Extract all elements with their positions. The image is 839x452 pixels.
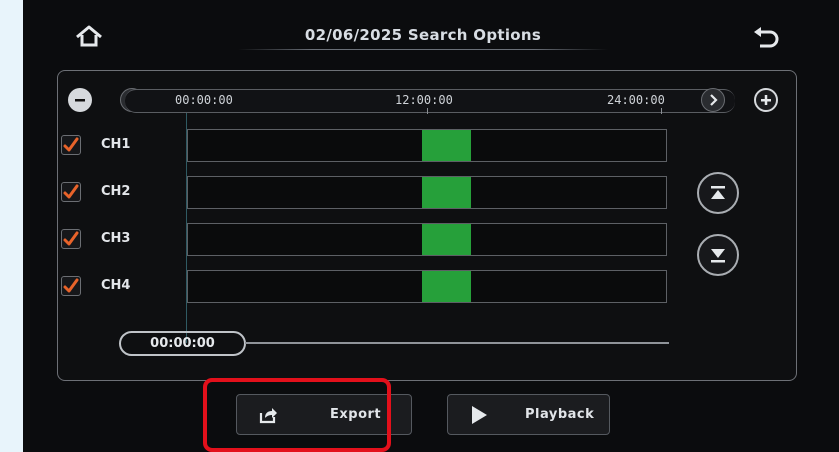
channel-checkbox[interactable]: [61, 229, 81, 249]
page-title: 02/06/2025 Search Options: [304, 26, 542, 44]
export-highlight-box: [203, 378, 391, 452]
recording-segment[interactable]: [422, 271, 471, 302]
current-time-display[interactable]: 00:00:00: [119, 331, 246, 356]
plus-icon: [761, 95, 771, 105]
zoom-in-button[interactable]: [754, 88, 778, 112]
minus-icon: [75, 99, 85, 102]
recording-segment[interactable]: [422, 130, 471, 161]
zoom-out-button[interactable]: [68, 88, 92, 112]
channel-timeline-track[interactable]: [187, 129, 667, 162]
dvr-screen: 02/06/2025 Search Options 00:00:00 12:00…: [23, 0, 839, 452]
channel-label: CH1: [101, 137, 131, 152]
channel-label: CH3: [101, 231, 131, 246]
tick-label-start: 00:00:00: [175, 93, 233, 107]
tick-mark-end: [661, 108, 662, 114]
recording-segment[interactable]: [422, 177, 471, 208]
scroll-bottom-button[interactable]: [697, 234, 739, 276]
play-icon: [472, 406, 487, 424]
back-arrow-icon: [754, 27, 779, 48]
playback-button[interactable]: Playback: [447, 394, 610, 435]
home-icon: [76, 25, 102, 47]
channel-timeline-track[interactable]: [187, 270, 667, 303]
checkmark-icon: [63, 137, 79, 152]
channel-label: CH2: [101, 184, 131, 199]
checkmark-icon: [63, 278, 79, 293]
checkmark-icon: [63, 231, 79, 246]
tick-label-end: 24:00:00: [607, 93, 665, 107]
scroll-to-top-icon: [711, 186, 725, 199]
scroll-to-bottom-icon: [711, 249, 725, 263]
title-divider: [238, 49, 608, 50]
timeline-next-button[interactable]: [701, 88, 725, 112]
channel-timeline-track[interactable]: [187, 176, 667, 209]
channel-checkbox[interactable]: [61, 182, 81, 202]
tick-mark-mid: [427, 108, 428, 114]
channel-timeline-track[interactable]: [187, 223, 667, 256]
tick-label-mid: 12:00:00: [395, 93, 453, 107]
back-button[interactable]: [750, 24, 782, 54]
channel-checkbox[interactable]: [61, 276, 81, 296]
scroll-top-button[interactable]: [697, 172, 739, 214]
home-button[interactable]: [71, 22, 107, 52]
channel-checkbox[interactable]: [61, 135, 81, 155]
checkmark-icon: [63, 184, 79, 199]
playback-label: Playback: [525, 407, 595, 422]
chevron-right-icon: [710, 94, 718, 106]
position-slider-track[interactable]: [245, 342, 669, 344]
recording-segment[interactable]: [422, 224, 471, 255]
channel-label: CH4: [101, 278, 131, 293]
